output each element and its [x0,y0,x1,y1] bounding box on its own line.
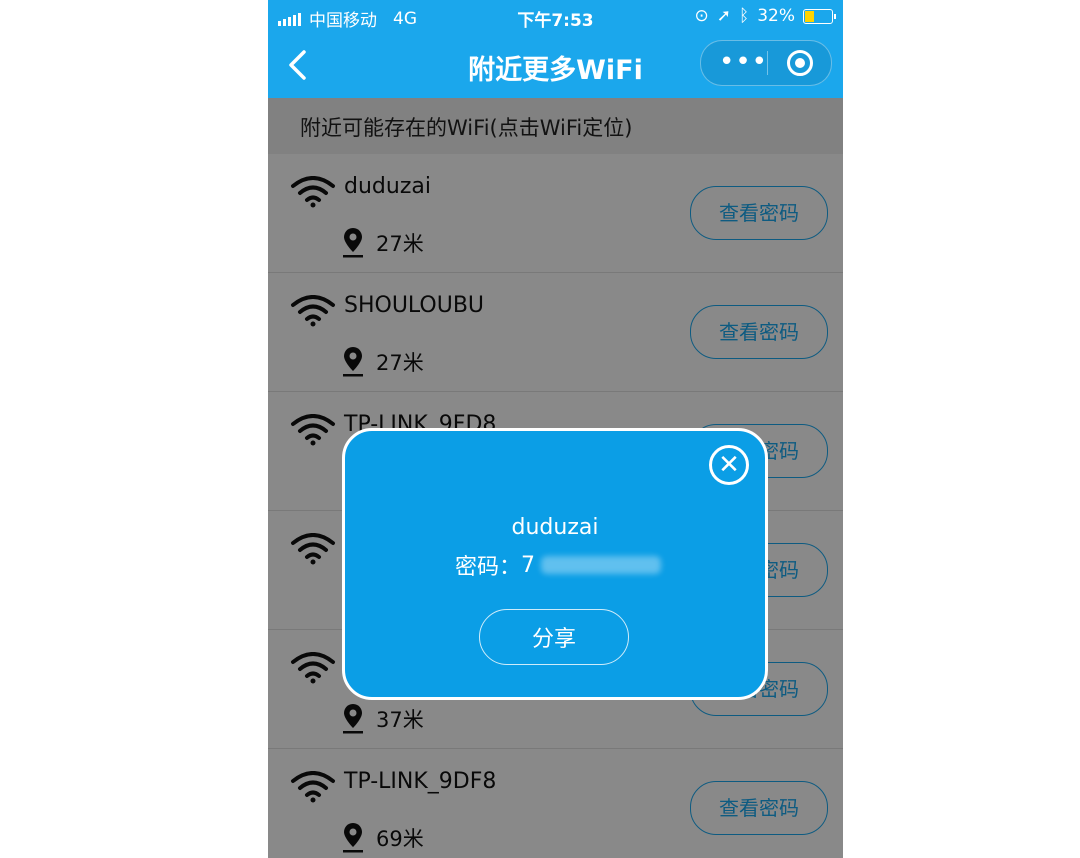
share-button[interactable]: 分享 [479,609,629,665]
status-bar: 中国移动 4G 下午7:53 ⊙ ➚ ᛒ 32% [268,0,843,34]
nav-bar: 附近更多WiFi ••• [268,34,843,98]
close-program-icon[interactable] [787,50,813,76]
battery-percent: 32% [757,6,795,26]
more-icon[interactable]: ••• [719,49,768,75]
password-modal: ✕ duduzai 密码： 7 分享 [342,428,768,700]
orientation-lock-icon: ⊙ [694,6,709,26]
password-redacted [541,556,662,574]
bluetooth-icon: ᛒ [739,6,750,26]
mini-program-capsule: ••• [700,40,832,86]
password-value: 7 [521,552,536,578]
password-label: 密码： [455,555,522,580]
phone-screen: 中国移动 4G 下午7:53 ⊙ ➚ ᛒ 32% 附近更多WiFi ••• 附近… [268,0,843,858]
close-icon[interactable]: ✕ [709,445,749,485]
battery-icon [803,8,836,24]
modal-password: 密码： 7 [455,549,662,581]
location-arrow-icon: ➚ [716,6,731,26]
modal-ssid: duduzai [511,515,599,540]
